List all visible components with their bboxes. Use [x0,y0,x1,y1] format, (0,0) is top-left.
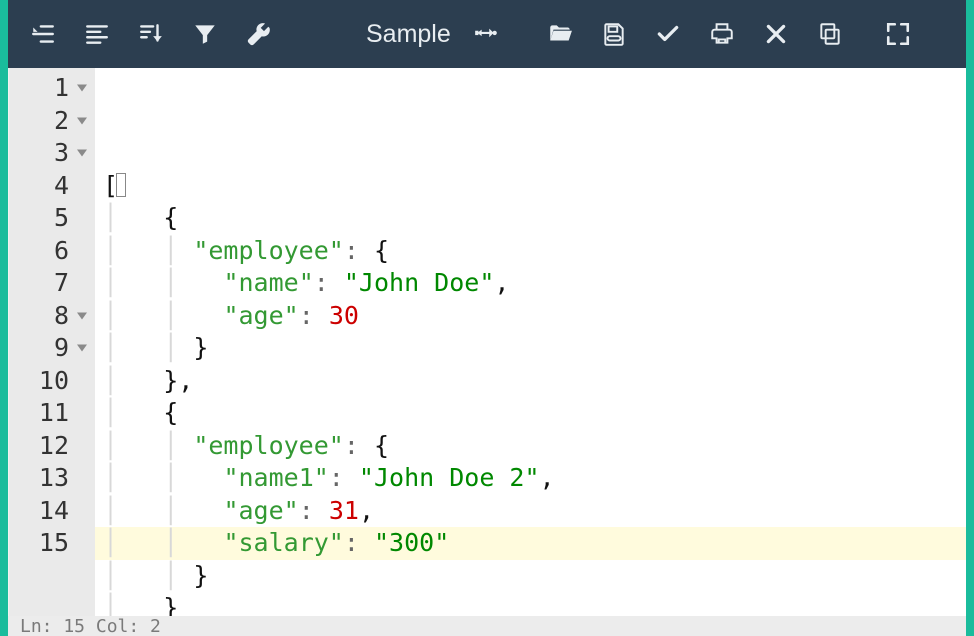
line-number[interactable]: 2 [9,105,91,138]
sort-button[interactable] [124,7,178,61]
fold-toggle-icon[interactable] [77,85,87,92]
settings-wrench-button[interactable] [232,7,286,61]
format-indent-left-button[interactable] [70,7,124,61]
line-number[interactable]: 7 [9,267,91,300]
fold-toggle-icon[interactable] [77,117,87,124]
line-number[interactable]: 5 [9,202,91,235]
usb-icon[interactable] [459,7,513,61]
toolbar: Sample [8,0,966,68]
validate-check-button[interactable] [641,7,695,61]
code-content[interactable]: [│ {│ │ "employee": {│ │ "name": "John D… [95,68,966,616]
code-line[interactable]: │ }, [103,365,966,398]
code-line[interactable]: │ │ "name1": "John Doe 2", [103,462,966,495]
line-number[interactable]: 14 [9,495,91,528]
sample-label: Sample [366,20,451,49]
line-number[interactable]: 9 [9,332,91,365]
code-line[interactable]: │ { [103,202,966,235]
print-button[interactable] [695,7,749,61]
line-number[interactable]: 11 [9,397,91,430]
code-line[interactable]: │ │ "employee": { [103,235,966,268]
code-line[interactable]: │ │ "name": "John Doe", [103,267,966,300]
fullscreen-button[interactable] [871,7,925,61]
line-number-gutter[interactable]: 123456789101112131415 [9,68,95,616]
json-editor-app: Sample 123456789101112131415 [0,0,974,636]
status-bar: Ln: 15 Col: 2 [8,616,966,636]
line-number[interactable]: 15 [9,527,91,560]
copy-button[interactable] [803,7,857,61]
code-line[interactable]: [ [103,170,966,203]
line-number[interactable]: 12 [9,430,91,463]
code-line[interactable]: │ │ } [103,332,966,365]
code-line[interactable]: │ │ } [103,560,966,593]
line-number[interactable]: 8 [9,300,91,333]
code-line[interactable]: │ │ "employee": { [103,430,966,463]
fold-toggle-icon[interactable] [77,345,87,352]
fold-toggle-icon[interactable] [77,150,87,157]
line-number[interactable]: 6 [9,235,91,268]
line-number[interactable]: 1 [9,72,91,105]
line-number[interactable]: 3 [9,137,91,170]
code-line[interactable]: │ │ "age": 31, [103,495,966,528]
format-indent-right-button[interactable] [16,7,70,61]
line-number[interactable]: 10 [9,365,91,398]
fold-toggle-icon[interactable] [77,312,87,319]
open-folder-button[interactable] [533,7,587,61]
code-line[interactable]: │ } [103,592,966,616]
line-number[interactable]: 13 [9,462,91,495]
editor-area[interactable]: 123456789101112131415 [│ {│ │ "employee"… [8,68,966,616]
sample-button[interactable]: Sample [346,7,459,61]
filter-button[interactable] [178,7,232,61]
clear-close-button[interactable] [749,7,803,61]
save-button[interactable] [587,7,641,61]
code-line[interactable]: │ │ "age": 30 [103,300,966,333]
code-line[interactable]: │ │ "salary": "300" [103,527,966,560]
cursor-position: Ln: 15 Col: 2 [20,616,161,636]
code-line[interactable]: │ { [103,397,966,430]
line-number[interactable]: 4 [9,170,91,203]
